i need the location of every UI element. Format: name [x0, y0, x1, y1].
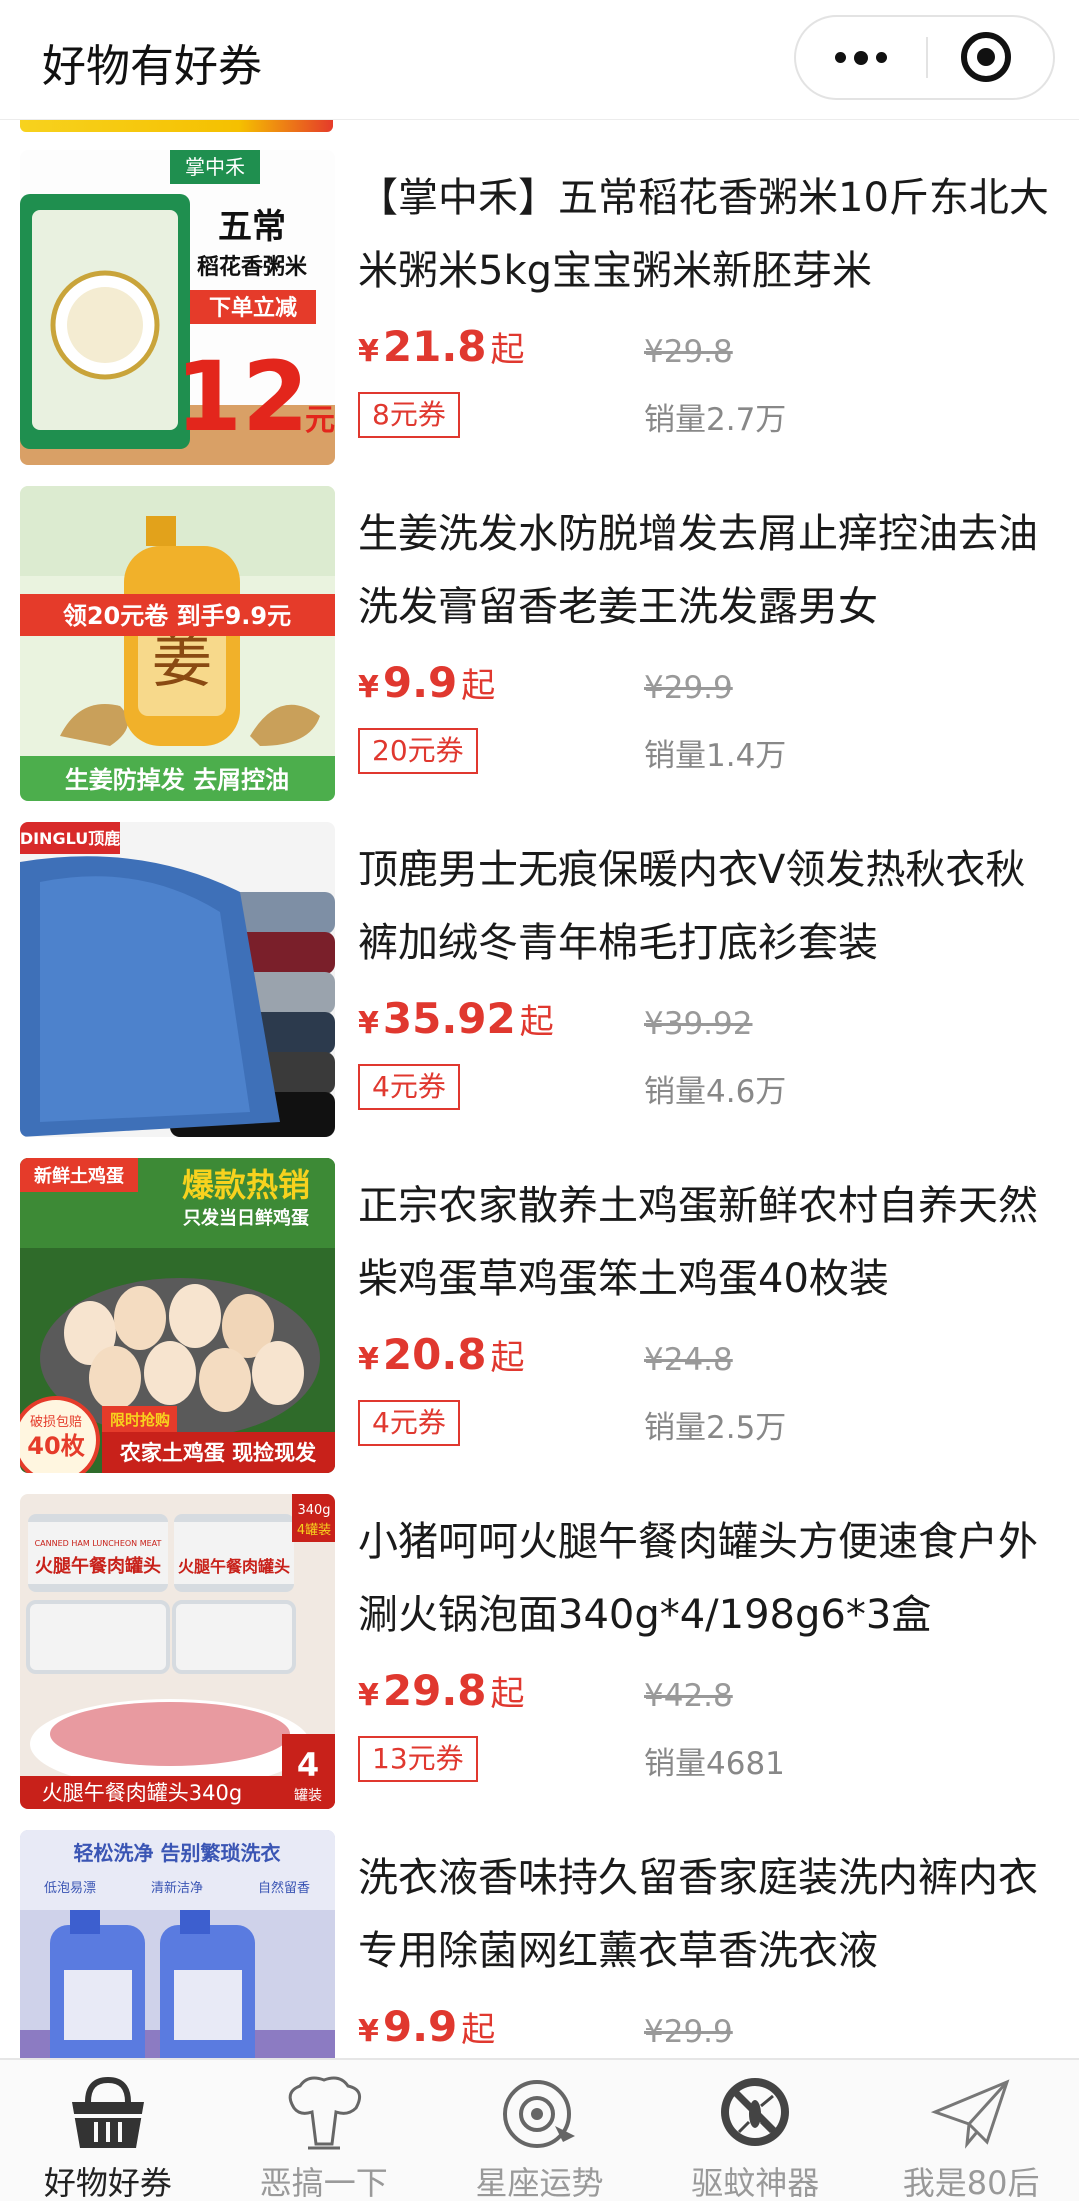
tab-label: 好物好券 — [43, 2164, 172, 2201]
product-card[interactable]: 掌中禾 五常 稻花香粥米 下单立减 12 元 【掌中禾】五常稻花香粥米10斤东北… — [0, 150, 1079, 486]
original-price: ¥29.9 — [644, 670, 733, 706]
no-mosquito-icon — [721, 2078, 790, 2146]
mini-program-capsule — [794, 15, 1055, 100]
product-title[interactable]: 洗衣液香味持久留香家庭装洗内裤内衣专用除菌网红薰衣草香洗衣液 — [358, 1842, 1058, 1988]
horoscope-icon — [503, 2080, 576, 2148]
product-price: ¥21.8 起 — [358, 322, 525, 371]
original-price: ¥29.8 — [644, 334, 733, 370]
tab-xingzuo-yunshi[interactable]: 星座运势 — [432, 2060, 648, 2201]
original-price: ¥42.8 — [644, 1678, 733, 1714]
svg-text:火腿午餐肉罐头340g: 火腿午餐肉罐头340g — [42, 1781, 242, 1805]
sales-count: 销量2.7万 — [644, 402, 787, 438]
tab-haowu-haoquan[interactable]: 好物好券 — [0, 2060, 216, 2201]
tab-wo-shi-80-hou[interactable]: 我是80后 — [863, 2060, 1079, 2201]
rice-bag-image: 掌中禾 五常 稻花香粥米 下单立减 12 元 — [20, 150, 335, 465]
svg-text:40枚: 40枚 — [27, 1432, 84, 1460]
tab-label: 恶搞一下 — [259, 2164, 388, 2201]
product-title[interactable]: 正宗农家散养土鸡蛋新鲜农村自养天然柴鸡蛋草鸡蛋笨土鸡蛋40枚装 — [358, 1170, 1058, 1316]
product-image[interactable]: 新鲜土鸡蛋 爆款热销 只发当日鲜鸡蛋 破损包赔 40枚 限时抢购 农家土鸡蛋 现… — [20, 1158, 335, 1473]
svg-text:姜: 姜 — [152, 626, 212, 696]
svg-text:农家土鸡蛋 现捡现发: 农家土鸡蛋 现捡现发 — [119, 1441, 317, 1465]
tab-label: 我是80后 — [902, 2164, 1040, 2201]
bottom-tab-bar: 好物好券 恶搞一下 星座运势 驱蚊神器 我是80后 — [0, 2058, 1079, 2201]
tab-label: 星座运势 — [475, 2164, 604, 2201]
product-title[interactable]: 小猪呵呵火腿午餐肉罐头方便速食户外涮火锅泡面340g*4/198g6*3盒 — [358, 1506, 1058, 1652]
nav-header: 好物有好券 — [0, 0, 1079, 120]
product-price: ¥35.92 起 — [358, 994, 554, 1043]
page-title: 好物有好券 — [42, 41, 262, 92]
svg-text:只发当日鲜鸡蛋: 只发当日鲜鸡蛋 — [183, 1207, 309, 1229]
svg-text:DINGLU顶鹿: DINGLU顶鹿 — [20, 829, 120, 848]
sales-count: 销量4681 — [644, 1746, 785, 1782]
svg-text:下单立减: 下单立减 — [209, 295, 297, 321]
coupon-badge[interactable]: 20元券 — [358, 728, 478, 774]
eggs-image: 新鲜土鸡蛋 爆款热销 只发当日鲜鸡蛋 破损包赔 40枚 限时抢购 农家土鸡蛋 现… — [20, 1158, 335, 1473]
svg-text:领20元卷 到手9.9元: 领20元卷 到手9.9元 — [63, 602, 291, 630]
coupon-badge[interactable]: 8元券 — [358, 392, 460, 438]
svg-text:新鲜土鸡蛋: 新鲜土鸡蛋 — [34, 1165, 124, 1187]
svg-text:4: 4 — [297, 1746, 319, 1784]
svg-text:12: 12 — [175, 341, 309, 453]
mushroom-cloud-icon — [288, 2076, 361, 2150]
svg-text:340g: 340g — [297, 1503, 330, 1518]
product-price: ¥29.8 起 — [358, 1666, 525, 1715]
product-image[interactable]: 掌中禾 五常 稻花香粥米 下单立减 12 元 — [20, 150, 335, 465]
previous-item-peek — [20, 120, 333, 132]
product-card[interactable]: CANNED HAM LUNCHEON MEAT 火腿午餐肉罐头 火腿午餐肉罐头… — [0, 1494, 1079, 1830]
sales-count: 销量2.5万 — [644, 1410, 787, 1446]
original-price: ¥29.9 — [644, 2014, 733, 2050]
basket-icon — [71, 2076, 144, 2148]
product-title[interactable]: 顶鹿男士无痕保暖内衣V领发热秋衣秋裤加绒冬青年棉毛打底衫套装 — [358, 834, 1058, 980]
tab-qu-wen-shenqi[interactable]: 驱蚊神器 — [647, 2060, 863, 2201]
product-price: ¥20.8 起 — [358, 1330, 525, 1379]
product-image[interactable]: CANNED HAM LUNCHEON MEAT 火腿午餐肉罐头 火腿午餐肉罐头… — [20, 1494, 335, 1809]
svg-text:爆款热销: 爆款热销 — [182, 1166, 310, 1204]
svg-text:轻松洗净 告别繁琐洗衣: 轻松洗净 告别繁琐洗衣 — [74, 1841, 281, 1865]
svg-text:火腿午餐肉罐头: 火腿午餐肉罐头 — [35, 1555, 161, 1577]
product-price: ¥9.9 起 — [358, 658, 496, 707]
original-price: ¥39.92 — [644, 1006, 753, 1042]
product-title[interactable]: 【掌中禾】五常稻花香粥米10斤东北大米粥米5kg宝宝粥米新胚芽米 — [358, 162, 1058, 308]
tab-label: 驱蚊神器 — [691, 2164, 820, 2201]
luncheon-meat-image: CANNED HAM LUNCHEON MEAT 火腿午餐肉罐头 火腿午餐肉罐头… — [20, 1494, 335, 1809]
paper-plane-icon — [930, 2079, 1010, 2149]
svg-text:清新洁净: 清新洁净 — [151, 1880, 203, 1896]
coupon-badge[interactable]: 13元券 — [358, 1736, 478, 1782]
more-menu-icon[interactable] — [796, 17, 926, 98]
original-price: ¥24.8 — [644, 1342, 733, 1378]
product-image[interactable]: 姜 领20元卷 到手9.9元 生姜防掉发 去屑控油 — [20, 486, 335, 801]
sales-count: 销量4.6万 — [644, 1074, 787, 1110]
product-card[interactable]: 姜 领20元卷 到手9.9元 生姜防掉发 去屑控油 生姜洗发水防脱增发去屑止痒控… — [0, 486, 1079, 822]
svg-text:低泡易漂: 低泡易漂 — [44, 1880, 96, 1896]
svg-text:元: 元 — [305, 403, 335, 438]
svg-text:自然留香: 自然留香 — [258, 1880, 310, 1896]
product-card[interactable]: DINGLU顶鹿 顶鹿男士无痕保暖内衣V领发热秋衣秋裤加绒冬青年棉毛打底衫套装 … — [0, 822, 1079, 1158]
svg-text:CANNED HAM LUNCHEON MEAT: CANNED HAM LUNCHEON MEAT — [35, 1539, 162, 1548]
coupon-badge[interactable]: 4元券 — [358, 1400, 460, 1446]
capsule-divider — [926, 37, 928, 78]
close-target-icon[interactable] — [961, 32, 1011, 82]
tab-egao-yixia[interactable]: 恶搞一下 — [216, 2060, 432, 2201]
svg-text:五常: 五常 — [218, 207, 286, 247]
sales-count: 销量1.4万 — [644, 738, 787, 774]
product-card[interactable]: 新鲜土鸡蛋 爆款热销 只发当日鲜鸡蛋 破损包赔 40枚 限时抢购 农家土鸡蛋 现… — [0, 1158, 1079, 1494]
svg-text:4罐装: 4罐装 — [297, 1523, 331, 1538]
svg-text:限时抢购: 限时抢购 — [110, 1411, 170, 1429]
product-image[interactable]: DINGLU顶鹿 — [20, 822, 335, 1137]
svg-text:火腿午餐肉罐头: 火腿午餐肉罐头 — [178, 1557, 290, 1576]
product-price: ¥9.9 起 — [358, 2002, 496, 2051]
svg-text:生姜防掉发 去屑控油: 生姜防掉发 去屑控油 — [65, 766, 289, 794]
product-title[interactable]: 生姜洗发水防脱增发去屑止痒控油去油洗发膏留香老姜王洗发露男女 — [358, 498, 1058, 644]
shampoo-image: 姜 领20元卷 到手9.9元 生姜防掉发 去屑控油 — [20, 486, 335, 801]
svg-text:罐装: 罐装 — [294, 1788, 322, 1804]
svg-text:掌中禾: 掌中禾 — [185, 155, 245, 179]
svg-text:破损包赔: 破损包赔 — [30, 1415, 82, 1430]
thermal-underwear-image: DINGLU顶鹿 — [20, 822, 335, 1137]
svg-text:稻花香粥米: 稻花香粥米 — [197, 254, 308, 280]
coupon-badge[interactable]: 4元券 — [358, 1064, 460, 1110]
